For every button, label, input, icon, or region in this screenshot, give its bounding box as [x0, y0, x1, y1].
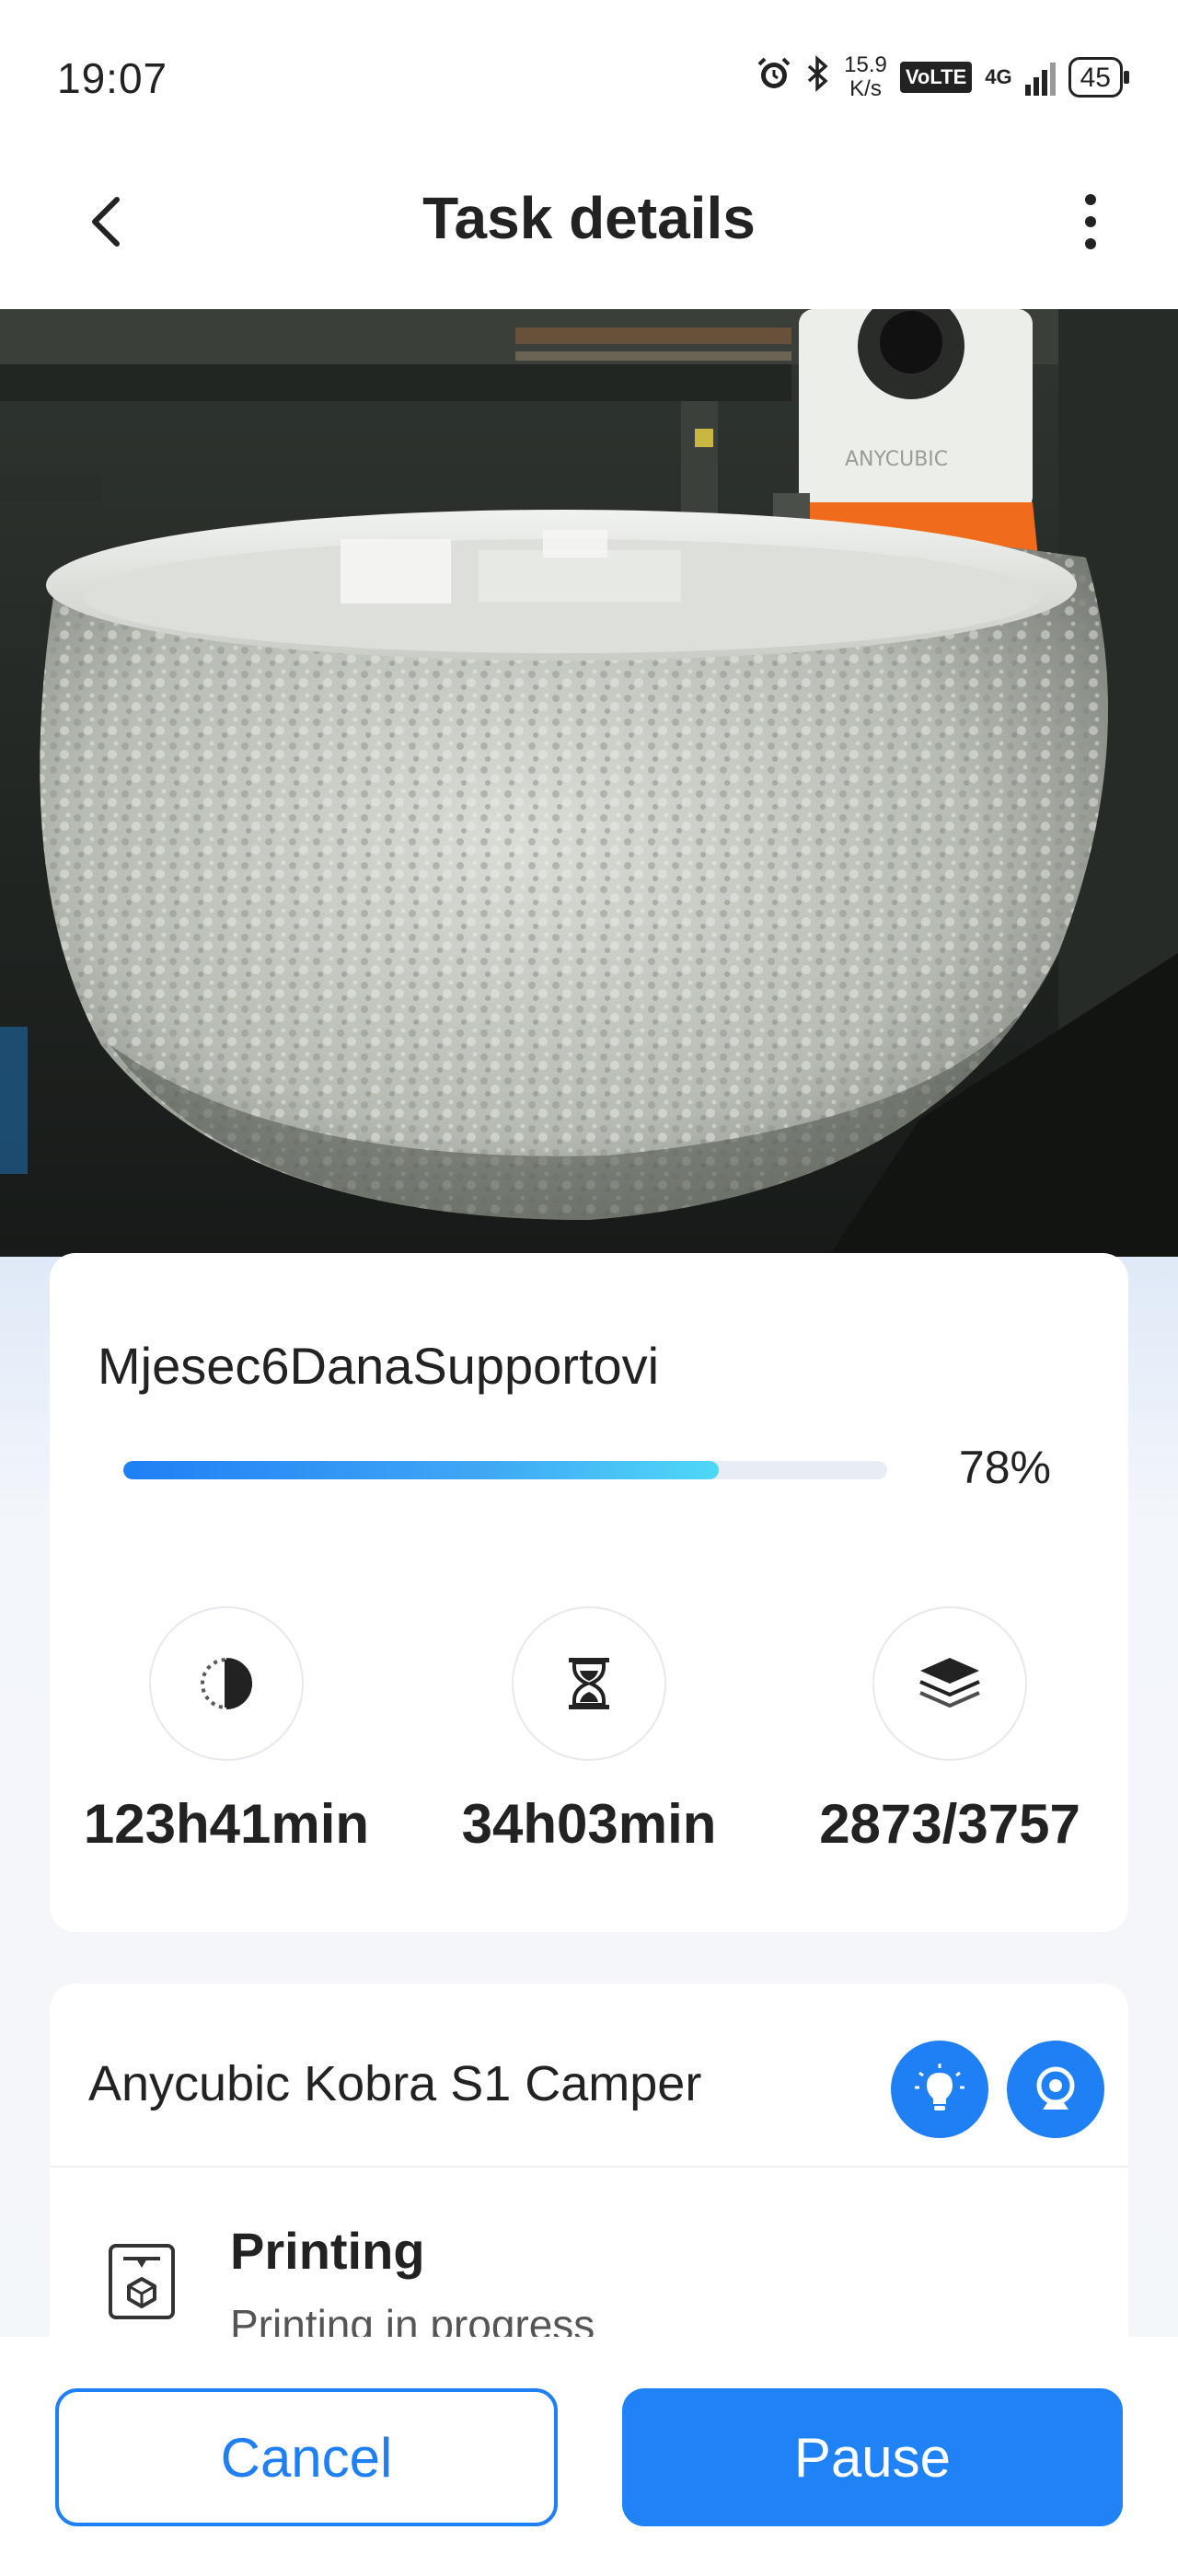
cancel-button[interactable]: Cancel: [55, 2388, 558, 2526]
lightbulb-icon: [915, 2064, 964, 2110]
elapsed-time-icon: [149, 1606, 304, 1761]
camera-feed[interactable]: ANYCUBIC: [0, 309, 1178, 1257]
status-bar: 19:07 15.9 K/s VoLTE 4G 45: [0, 0, 1178, 156]
signal-icon: [1024, 59, 1056, 96]
printer-status-title: Printing: [230, 2222, 425, 2280]
light-toggle-button[interactable]: [891, 2041, 988, 2138]
alarm-icon: [756, 55, 792, 99]
printer-name: Anycubic Kobra S1 Camper: [88, 2056, 702, 2111]
elapsed-time-value: 123h41min: [83, 1793, 370, 1855]
remaining-time-value: 34h03min: [461, 1793, 717, 1855]
layers-stat: 2873/3757: [784, 1606, 1115, 1856]
camera-toggle-button[interactable]: [1007, 2041, 1104, 2138]
status-time: 19:07: [57, 54, 168, 102]
network-type: 4G: [985, 65, 1012, 88]
printhead-brand-label: ANYCUBIC: [845, 448, 948, 471]
pause-button[interactable]: Pause: [622, 2388, 1123, 2526]
battery-level: 45: [1080, 63, 1111, 93]
status-icons: 15.9 K/s VoLTE 4G 45: [756, 52, 1130, 103]
progress-percent: 78%: [958, 1442, 1051, 1493]
app-header: Task details: [0, 156, 1178, 309]
camera-image: ANYCUBIC: [0, 309, 1178, 1257]
elapsed-time-stat: 123h41min: [61, 1606, 392, 1856]
remaining-time-stat: 34h03min: [423, 1606, 755, 1856]
volte-badge: VoLTE: [899, 62, 973, 93]
webcam-icon: [1036, 2066, 1075, 2110]
page-title: Task details: [422, 185, 756, 251]
printer-status-icon: [105, 2241, 179, 2322]
battery-icon: 45: [1068, 57, 1130, 98]
bluetooth-icon: [805, 55, 831, 99]
bottom-action-bar: Cancel Pause: [0, 2337, 1178, 2576]
task-progress-card: Mjesec6DanaSupportovi 78% 123h41min 34h0…: [50, 1253, 1128, 1932]
hourglass-icon: [512, 1606, 666, 1761]
more-vertical-icon: [1085, 194, 1096, 205]
more-options-button[interactable]: [1068, 190, 1114, 254]
divider: [50, 2166, 1128, 2168]
layers-icon: [872, 1606, 1027, 1761]
task-name: Mjesec6DanaSupportovi: [98, 1337, 660, 1395]
progress-bar-fill: [123, 1461, 720, 1479]
progress-bar: [123, 1461, 887, 1479]
layers-value: 2873/3757: [819, 1793, 1080, 1855]
network-speed: 15.9 K/s: [844, 52, 887, 101]
